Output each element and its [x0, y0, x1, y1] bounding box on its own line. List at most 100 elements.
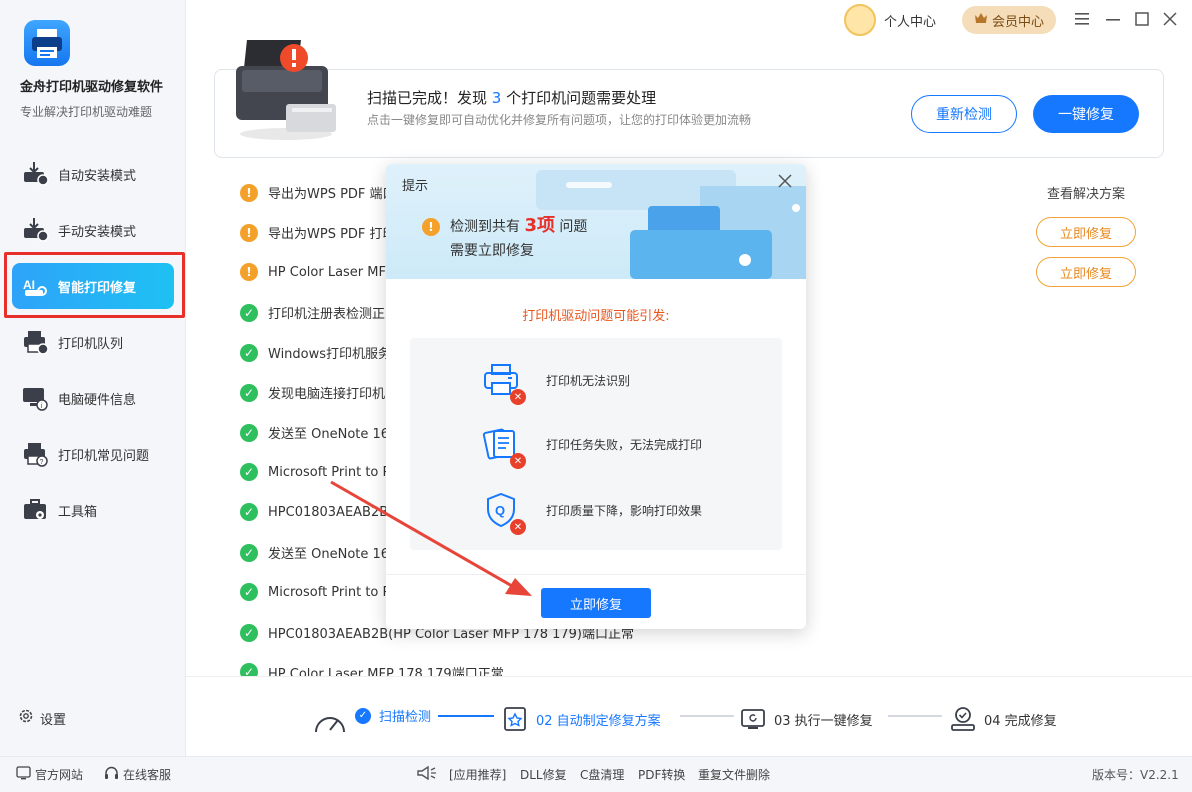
check-icon: ✓: [240, 663, 258, 676]
step-complete: 04 完成修复: [950, 706, 1057, 732]
printer-queue-icon: [20, 327, 50, 357]
list-item: ! HP Color Laser MFP: [240, 263, 394, 281]
list-item: ! 导出为WPS PDF 打印: [240, 223, 396, 242]
sidebar-item-toolbox[interactable]: 工具箱: [12, 487, 174, 533]
app-name: 金舟打印机驱动修复软件: [20, 80, 164, 95]
footer-link-dll[interactable]: DLL修复: [520, 766, 567, 783]
sidebar-item-label: 打印机常见问题: [58, 448, 150, 464]
rescan-button[interactable]: 重新检测: [911, 95, 1017, 133]
cause-item: ✕ 打印任务失败，无法完成打印: [482, 425, 702, 469]
minimize-icon[interactable]: [1104, 10, 1122, 28]
crown-icon: [974, 12, 988, 28]
check-icon: ✓: [355, 707, 371, 724]
printer-download-icon: [20, 159, 50, 189]
sidebar-item-label: 电脑硬件信息: [58, 392, 137, 408]
fix-now-button[interactable]: 立即修复: [541, 588, 651, 618]
warning-icon: !: [240, 263, 258, 281]
list-item: ✓ Microsoft Print to P: [240, 583, 390, 601]
svg-text:?: ?: [40, 459, 44, 466]
recommend-icon: [416, 766, 438, 780]
problem-count: 3项: [524, 215, 555, 236]
complete-icon: [950, 706, 976, 732]
step-plan: 02 自动制定修复方案: [502, 706, 661, 732]
fix-issue-button[interactable]: 立即修复: [1036, 217, 1136, 247]
check-icon: ✓: [240, 543, 258, 562]
toolbox-icon: [20, 495, 50, 525]
online-support-link[interactable]: 在线客服: [104, 766, 171, 783]
list-item: ✓ 发送至 OneNote 16: [240, 543, 389, 562]
sidebar-item-label: 手动安装模式: [58, 224, 137, 240]
sidebar-item-label: 工具箱: [58, 504, 98, 520]
footer-link-duplicate[interactable]: 重复文件删除: [698, 766, 770, 783]
tip-dialog: 提示 ! 检测到共有 3项 问题 需要立即修复 打印机驱动问题可能引发: ✕ 打…: [386, 164, 806, 629]
sidebar-item-printer-queue[interactable]: 打印机队列: [12, 319, 174, 365]
fix-all-button[interactable]: 一键修复: [1033, 95, 1139, 133]
sidebar-item-printer-faq[interactable]: ? 打印机常见问题: [12, 431, 174, 477]
footer-link-recommend[interactable]: [应用推荐]: [449, 766, 506, 783]
footer-link-pdf[interactable]: PDF转换: [638, 766, 685, 783]
user-center-button[interactable]: 个人中心: [844, 4, 936, 36]
view-solution-link[interactable]: 查看解决方案: [1047, 183, 1125, 202]
refresh-screen-icon: [740, 706, 766, 732]
close-icon[interactable]: [1161, 10, 1179, 28]
check-icon: ✓: [240, 583, 258, 601]
issue-count: 3: [491, 89, 502, 107]
user-center-label: 个人中心: [884, 14, 937, 30]
settings-label: 设置: [40, 712, 67, 728]
list-item: ✓ 发送至 OneNote 16: [240, 423, 389, 442]
printer-manual-icon: [20, 215, 50, 245]
cause-item: Q ✕ 打印质量下降，影响打印效果: [482, 491, 702, 535]
check-icon: ✓: [240, 383, 258, 402]
check-icon: ✓: [240, 303, 258, 322]
menu-icon[interactable]: [1073, 10, 1091, 28]
vip-center-button[interactable]: 会员中心: [962, 6, 1056, 34]
check-icon: ✓: [240, 623, 258, 642]
avatar: [844, 4, 876, 36]
warning-icon: !: [240, 223, 258, 242]
sidebar-item-manual-install[interactable]: 手动安装模式: [12, 207, 174, 253]
warning-icon: !: [240, 183, 258, 202]
document-error-icon: ✕: [482, 425, 526, 469]
website-icon: [16, 766, 31, 783]
footer-link-c-drive[interactable]: C盘清理: [580, 766, 624, 783]
vip-center-label: 会员中心: [991, 14, 1044, 30]
quality-shield-error-icon: Q ✕: [482, 491, 526, 535]
list-item: ✓ 打印机注册表检测正: [240, 303, 385, 322]
divider: [386, 574, 806, 575]
maximize-icon[interactable]: [1133, 10, 1151, 28]
step-scan: ✓ 扫描检测: [355, 706, 431, 725]
list-item: ✓ HPC01803AEAB2B(: [240, 503, 393, 521]
causes-title: 打印机驱动问题可能引发:: [522, 309, 670, 324]
version-label: 版本号：V2.2.1: [1092, 768, 1179, 782]
website-link[interactable]: 官方网站: [16, 766, 83, 783]
highlight-frame: [4, 252, 185, 318]
step-connector: [438, 715, 494, 717]
printer-warning-icon: [234, 30, 338, 142]
gauge-icon: [313, 704, 347, 738]
gear-icon: [18, 708, 34, 728]
list-item: ✓ Windows打印机服务: [240, 343, 391, 362]
list-item: ! 导出为WPS PDF 端口: [240, 183, 396, 202]
svg-text:Q: Q: [495, 503, 505, 518]
step-execute: 03 执行一键修复: [740, 706, 873, 732]
step-connector: [888, 715, 942, 717]
fix-issue-button[interactable]: 立即修复: [1036, 257, 1136, 287]
list-item: ✓ Microsoft Print to P: [240, 463, 390, 481]
sidebar-item-label: 自动安装模式: [58, 168, 137, 184]
printer-help-icon: ?: [20, 439, 50, 469]
step-connector: [680, 715, 734, 717]
scan-subtitle: 点击一键修复即可自动优化并修复所有问题项，让您的打印体验更加流畅: [367, 113, 752, 127]
sidebar-item-auto-install[interactable]: 自动安装模式: [12, 151, 174, 197]
settings-button[interactable]: 设置: [18, 708, 66, 728]
list-item: ✓ 发现电脑连接打印机: [240, 383, 385, 402]
cause-item: ✕ 打印机无法识别: [482, 361, 630, 405]
close-icon[interactable]: [778, 172, 792, 193]
printer-error-icon: ✕: [482, 361, 526, 405]
check-icon: ✓: [240, 503, 258, 521]
check-icon: ✓: [240, 423, 258, 442]
headset-icon: [104, 766, 119, 783]
list-item: ✓ HP Color Laser MFP 178 179端口正常: [240, 663, 504, 676]
check-icon: ✓: [240, 343, 258, 362]
app-subtitle: 专业解决打印机驱动难题: [20, 105, 153, 119]
sidebar-item-hardware-info[interactable]: i 电脑硬件信息: [12, 375, 174, 421]
